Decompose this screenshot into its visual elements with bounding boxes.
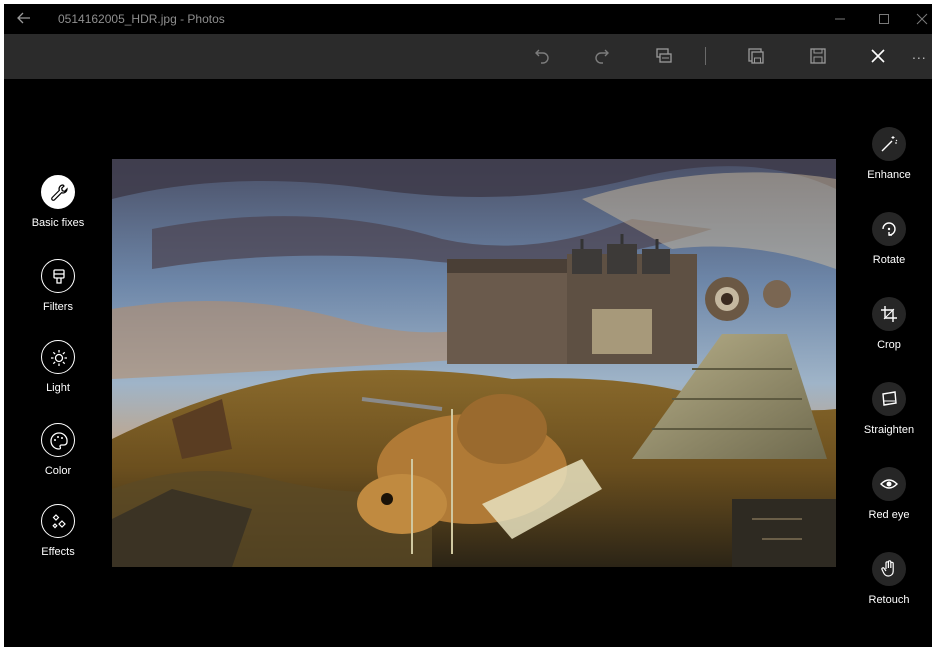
- basic-fixes-button[interactable]: [41, 175, 75, 209]
- light-button[interactable]: [41, 340, 75, 374]
- retouch-button[interactable]: [872, 552, 906, 586]
- effects-button[interactable]: [41, 504, 75, 538]
- redo-button[interactable]: [580, 34, 624, 79]
- tool-crop[interactable]: Crop: [849, 297, 929, 351]
- window-close-icon: [916, 13, 928, 25]
- tool-color[interactable]: Color: [18, 423, 98, 477]
- tool-label: Straighten: [863, 424, 915, 436]
- back-arrow-icon[interactable]: [16, 10, 32, 26]
- tool-retouch[interactable]: Retouch: [849, 552, 929, 606]
- filters-button[interactable]: [41, 259, 75, 293]
- sun-icon: [51, 350, 67, 366]
- window-close-button[interactable]: [902, 4, 932, 34]
- tool-label: Filters: [43, 301, 73, 313]
- tool-straighten[interactable]: Straighten: [849, 382, 929, 436]
- crop-icon: [881, 306, 897, 322]
- red-eye-button[interactable]: [872, 467, 906, 501]
- minimize-button[interactable]: [820, 4, 860, 34]
- tool-filters[interactable]: Filters: [18, 259, 98, 313]
- save-copy-button[interactable]: [734, 34, 778, 79]
- redo-icon: [595, 49, 609, 64]
- tool-red-eye[interactable]: Red eye: [849, 467, 929, 521]
- filter-icon: [53, 269, 65, 284]
- tool-label: Basic fixes: [31, 217, 85, 229]
- tool-label: Enhance: [867, 169, 911, 181]
- effects-icon: [52, 514, 66, 529]
- magic-wand-icon: [881, 136, 898, 152]
- more-button[interactable]: ...: [906, 34, 932, 79]
- tool-rotate[interactable]: Rotate: [849, 212, 929, 266]
- tool-label: Color: [44, 465, 72, 477]
- hand-icon: [881, 560, 894, 577]
- undo-button[interactable]: [520, 34, 564, 79]
- tool-effects[interactable]: Effects: [18, 504, 98, 558]
- enhance-button[interactable]: [872, 127, 906, 161]
- close-icon: [871, 49, 885, 63]
- tool-label: Rotate: [872, 254, 906, 266]
- tool-light[interactable]: Light: [18, 340, 98, 394]
- photo-canvas[interactable]: [112, 159, 836, 567]
- rotate-icon: [882, 222, 896, 236]
- title-bar: 0514162005_HDR.jpg - Photos: [4, 4, 932, 34]
- maximize-icon: [879, 14, 889, 24]
- maximize-button[interactable]: [864, 4, 904, 34]
- compare-button[interactable]: [642, 34, 686, 79]
- save-button[interactable]: [796, 34, 840, 79]
- eye-icon: [880, 479, 898, 489]
- tool-basic-fixes[interactable]: Basic fixes: [18, 175, 98, 229]
- photos-window: 0514162005_HDR.jpg - Photos ... Basic fi…: [4, 4, 932, 647]
- tool-label: Red eye: [868, 509, 910, 521]
- undo-icon: [535, 49, 549, 64]
- crop-button[interactable]: [872, 297, 906, 331]
- tool-label: Effects: [41, 546, 75, 558]
- edit-toolbar: ...: [4, 34, 932, 79]
- color-button[interactable]: [41, 423, 75, 457]
- tool-enhance[interactable]: Enhance: [849, 127, 929, 181]
- save-icon: [810, 48, 826, 64]
- straighten-button[interactable]: [872, 382, 906, 416]
- rotate-button[interactable]: [872, 212, 906, 246]
- tool-label: Crop: [877, 339, 901, 351]
- compare-icon: [656, 48, 672, 63]
- tool-label: Light: [46, 382, 70, 394]
- straighten-icon: [882, 391, 897, 406]
- wrench-icon: [51, 184, 68, 201]
- close-edit-button[interactable]: [856, 34, 900, 79]
- photo-image: [112, 159, 836, 567]
- save-copy-icon: [748, 48, 764, 64]
- toolbar-separator: [705, 47, 706, 65]
- window-title: 0514162005_HDR.jpg - Photos: [58, 12, 225, 26]
- tool-label: Retouch: [868, 594, 910, 606]
- palette-icon: [50, 432, 68, 450]
- minimize-icon: [835, 18, 845, 20]
- more-icon: ...: [912, 46, 927, 62]
